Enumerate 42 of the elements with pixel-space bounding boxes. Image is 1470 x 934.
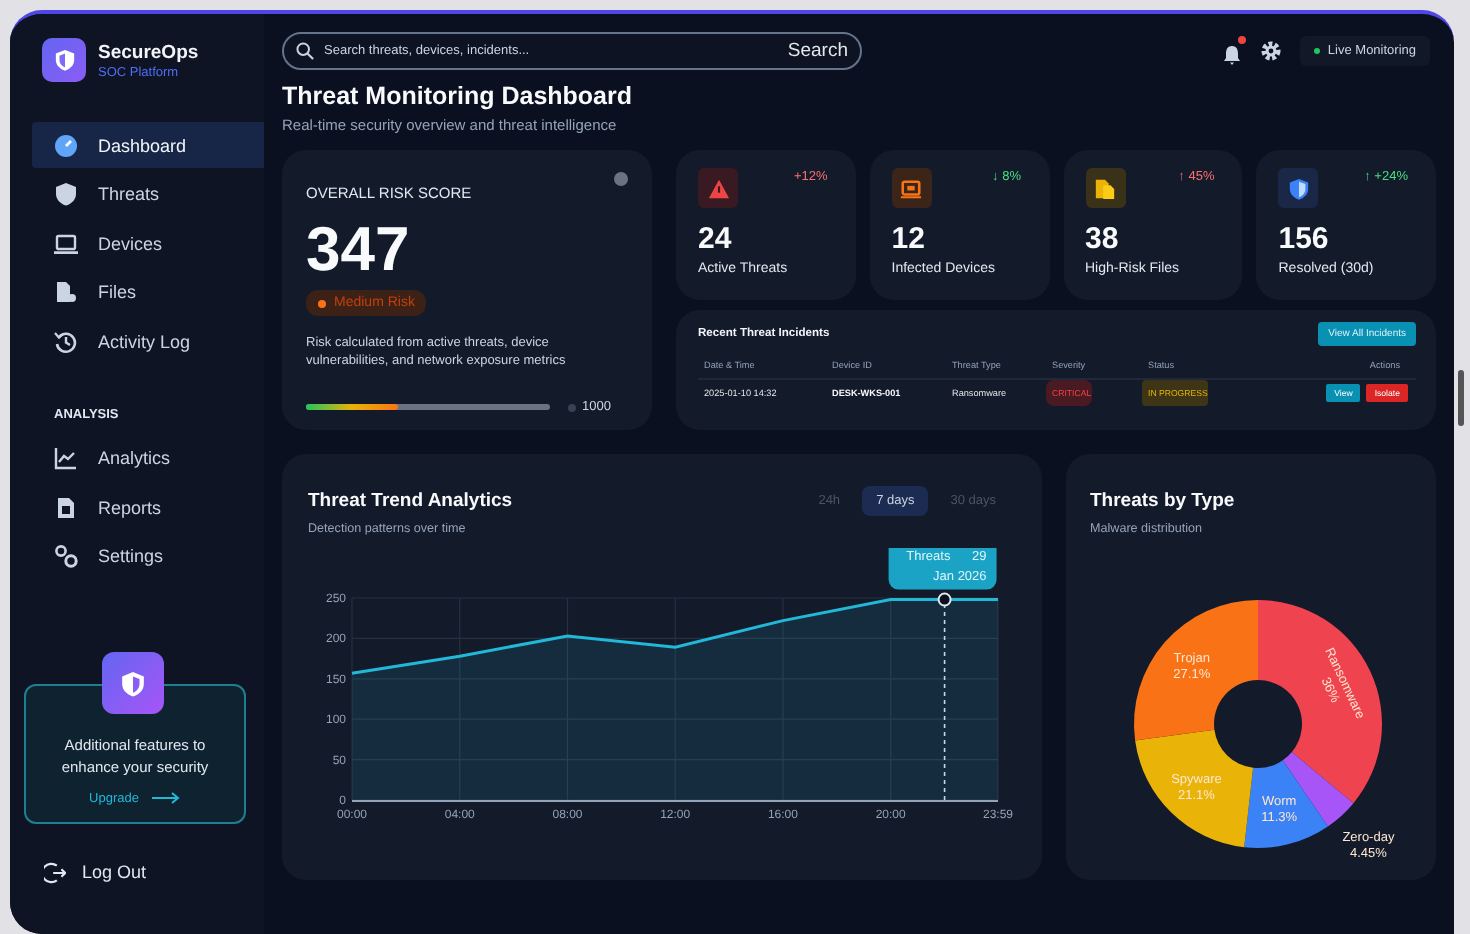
sidebar-item[interactable]: Devices <box>32 220 264 266</box>
files-icon <box>1085 168 1125 208</box>
history-icon <box>54 329 78 353</box>
notification-button[interactable] <box>1221 39 1242 61</box>
sidebar-item[interactable]: Settings <box>32 533 264 579</box>
laptop-icon <box>54 231 78 255</box>
arrow-icon <box>152 792 181 805</box>
logo-icon <box>42 38 86 82</box>
search-icon <box>296 41 314 59</box>
sidebar-item[interactable]: Analytics <box>32 435 264 481</box>
search-button[interactable]: Search <box>787 39 848 61</box>
logout-button[interactable]: Log Out <box>44 861 264 884</box>
warning-icon <box>698 168 738 208</box>
shield-icon <box>54 182 78 206</box>
card-title: Threat Trend Analytics <box>308 490 513 512</box>
sidebar-item[interactable]: Dashboard <box>32 122 264 168</box>
scrollbar[interactable] <box>1458 370 1464 426</box>
bell-icon <box>1221 43 1242 65</box>
files-icon <box>54 280 78 304</box>
shield-icon <box>1278 168 1319 208</box>
data-point <box>937 592 952 607</box>
risk-score: 347 <box>306 218 412 280</box>
info-icon[interactable] <box>614 172 628 186</box>
chart-icon <box>54 446 78 470</box>
sidebar-item[interactable]: Threats <box>32 171 264 217</box>
stat-value: 12 <box>891 222 927 256</box>
card-title: Threats by Type <box>1090 490 1235 512</box>
dashboard-icon <box>54 133 78 157</box>
stat-value: 38 <box>1085 222 1121 256</box>
report-icon <box>54 495 78 519</box>
shield-icon <box>102 652 164 714</box>
sidebar-item[interactable]: Activity Log <box>32 318 264 364</box>
donut-slice <box>1135 729 1254 848</box>
app-name: SecureOps <box>98 41 199 63</box>
stat-value: 24 <box>698 222 734 256</box>
sidebar-item[interactable]: Reports <box>32 484 264 530</box>
logout-icon <box>44 861 66 884</box>
page-title: Threat Monitoring Dashboard <box>282 82 634 110</box>
stat-value: 156 <box>1278 222 1331 256</box>
sidebar-item[interactable]: Files <box>32 269 264 315</box>
laptop-icon <box>891 168 932 208</box>
settings-icon[interactable] <box>1259 39 1282 61</box>
